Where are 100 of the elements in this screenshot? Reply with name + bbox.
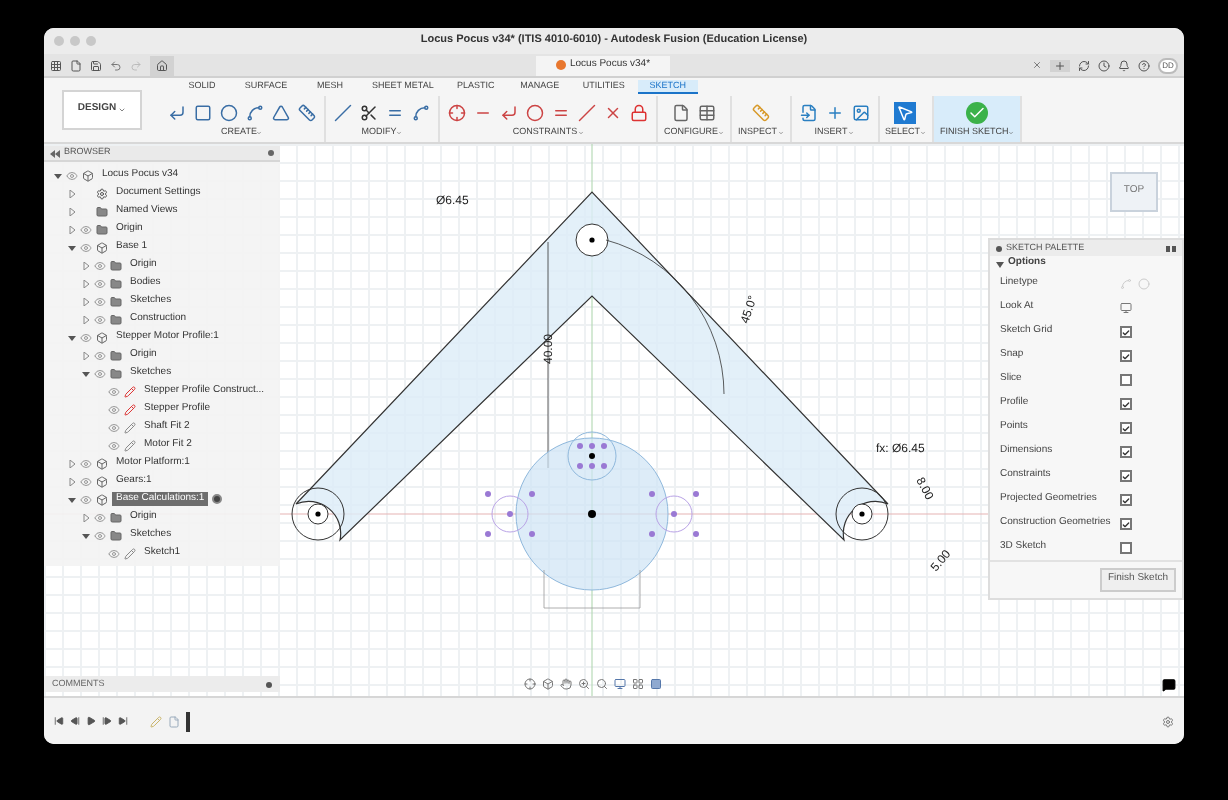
eye-icon[interactable] bbox=[94, 259, 106, 271]
expand-arrow-icon[interactable] bbox=[66, 243, 76, 251]
eye-icon[interactable] bbox=[94, 529, 106, 541]
eye-icon[interactable] bbox=[94, 313, 106, 325]
expand-arrow-icon[interactable] bbox=[80, 297, 90, 305]
home-button[interactable] bbox=[150, 55, 174, 75]
play-icon[interactable] bbox=[86, 716, 96, 726]
help-icon[interactable] bbox=[1138, 59, 1150, 71]
eye-icon[interactable] bbox=[94, 349, 106, 361]
expand-arrow-icon[interactable] bbox=[52, 171, 62, 179]
folder-icon bbox=[110, 511, 122, 523]
option-checkbox[interactable] bbox=[1120, 422, 1132, 434]
zoom-icon[interactable] bbox=[578, 678, 590, 690]
eye-icon[interactable] bbox=[108, 547, 120, 559]
timeline-marker[interactable] bbox=[186, 711, 190, 731]
collapse-icon[interactable] bbox=[50, 149, 60, 157]
table-icon[interactable] bbox=[696, 101, 718, 124]
option-checkbox[interactable] bbox=[1120, 518, 1132, 530]
expand-arrow-icon[interactable] bbox=[80, 513, 90, 521]
grid-settings-icon[interactable] bbox=[632, 678, 644, 690]
pin-icon[interactable] bbox=[996, 245, 1002, 251]
eye-icon[interactable] bbox=[80, 241, 92, 253]
undo-icon[interactable] bbox=[110, 59, 122, 71]
pan-icon[interactable] bbox=[560, 678, 572, 690]
chat-icon[interactable] bbox=[1162, 678, 1176, 692]
expand-arrow-icon[interactable] bbox=[66, 189, 76, 197]
document-icon[interactable] bbox=[670, 101, 692, 124]
rectangle-icon[interactable] bbox=[192, 101, 214, 124]
settings-icon[interactable] bbox=[1162, 715, 1174, 727]
expand-arrow-icon[interactable] bbox=[996, 261, 1004, 267]
curve-icon[interactable] bbox=[410, 101, 432, 124]
eye-icon[interactable] bbox=[94, 511, 106, 523]
next-step-icon[interactable] bbox=[102, 716, 112, 726]
option-checkbox[interactable] bbox=[1120, 446, 1132, 458]
component-icon bbox=[96, 331, 108, 343]
dimension-icon[interactable] bbox=[296, 101, 318, 124]
option-checkbox[interactable] bbox=[1120, 326, 1132, 338]
sketch-warning-icon bbox=[124, 385, 136, 397]
first-step-icon[interactable] bbox=[54, 716, 64, 726]
eye-icon[interactable] bbox=[94, 367, 106, 379]
circle-icon[interactable] bbox=[218, 101, 240, 124]
option-checkbox[interactable] bbox=[1120, 374, 1132, 386]
expand-arrow-icon[interactable] bbox=[66, 333, 76, 341]
expand-arrow-icon[interactable] bbox=[80, 279, 90, 287]
bracket-sketch-drawing[interactable] bbox=[291, 191, 889, 541]
expand-arrow-icon[interactable] bbox=[66, 459, 76, 467]
expand-icon[interactable] bbox=[1166, 245, 1176, 251]
image-icon[interactable] bbox=[849, 101, 872, 124]
spline-icon[interactable] bbox=[244, 101, 266, 124]
eye-icon[interactable] bbox=[94, 277, 106, 289]
check-icon[interactable] bbox=[966, 101, 989, 124]
eye-icon[interactable] bbox=[66, 169, 78, 181]
viewports-icon[interactable] bbox=[650, 678, 662, 690]
insert-file-icon[interactable] bbox=[797, 101, 820, 124]
save-icon[interactable] bbox=[90, 59, 102, 71]
new-tab-button[interactable] bbox=[1050, 59, 1070, 71]
lock-icon[interactable] bbox=[628, 101, 650, 124]
scissors-icon[interactable] bbox=[358, 101, 380, 124]
expand-arrow-icon[interactable] bbox=[80, 531, 90, 539]
expand-arrow-icon[interactable] bbox=[80, 351, 90, 359]
gear-icon bbox=[96, 187, 108, 199]
expand-arrow-icon[interactable] bbox=[80, 369, 90, 377]
option-checkbox[interactable] bbox=[1120, 398, 1132, 410]
eye-icon[interactable] bbox=[108, 403, 120, 415]
eye-icon[interactable] bbox=[80, 475, 92, 487]
sync-icon[interactable] bbox=[1078, 59, 1090, 71]
option-checkbox[interactable] bbox=[1120, 494, 1132, 506]
clock-icon[interactable] bbox=[1098, 59, 1110, 71]
insert-icon[interactable] bbox=[823, 101, 846, 124]
display-settings-icon[interactable] bbox=[614, 678, 626, 690]
sketch-icon bbox=[124, 547, 136, 559]
file-icon[interactable] bbox=[70, 59, 82, 71]
notification-icon[interactable] bbox=[1118, 59, 1130, 71]
eye-icon[interactable] bbox=[108, 385, 120, 397]
eye-icon[interactable] bbox=[108, 421, 120, 433]
eye-icon[interactable] bbox=[80, 331, 92, 343]
option-checkbox[interactable] bbox=[1120, 542, 1132, 554]
add-comment-icon[interactable] bbox=[266, 681, 272, 687]
expand-arrow-icon[interactable] bbox=[80, 261, 90, 269]
component-icon bbox=[96, 457, 108, 469]
pin-icon[interactable] bbox=[268, 150, 274, 156]
expand-arrow-icon[interactable] bbox=[80, 315, 90, 323]
option-checkbox[interactable] bbox=[1120, 350, 1132, 362]
expand-arrow-icon[interactable] bbox=[66, 207, 76, 215]
expand-arrow-icon[interactable] bbox=[66, 477, 76, 485]
last-step-icon[interactable] bbox=[118, 716, 128, 726]
triangle-icon[interactable] bbox=[270, 101, 292, 124]
eye-icon[interactable] bbox=[108, 439, 120, 451]
pointer-icon[interactable] bbox=[894, 101, 917, 124]
eye-icon[interactable] bbox=[94, 295, 106, 307]
expand-arrow-icon[interactable] bbox=[66, 495, 76, 503]
measure-icon[interactable] bbox=[749, 101, 772, 124]
eye-icon[interactable] bbox=[80, 223, 92, 235]
eye-icon[interactable] bbox=[80, 457, 92, 469]
expand-arrow-icon[interactable] bbox=[66, 225, 76, 233]
previous-step-icon[interactable] bbox=[70, 716, 80, 726]
grid-menu-icon[interactable] bbox=[50, 59, 62, 71]
line-icon[interactable] bbox=[166, 101, 188, 124]
option-checkbox[interactable] bbox=[1120, 470, 1132, 482]
eye-icon[interactable] bbox=[80, 493, 92, 505]
